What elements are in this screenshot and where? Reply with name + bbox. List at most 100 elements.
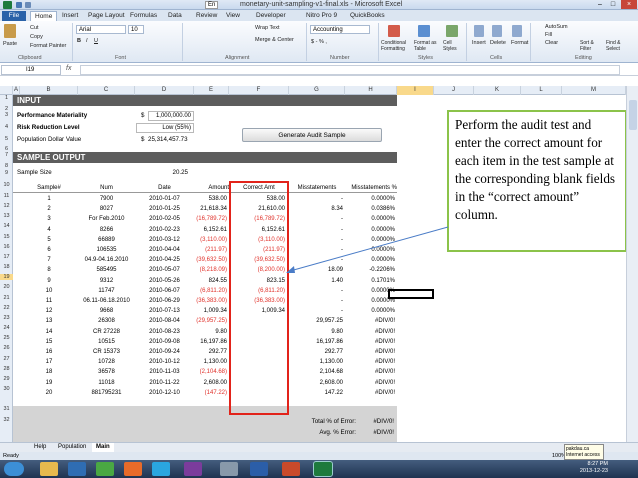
wrap-text-button[interactable]: Wrap Text	[255, 25, 280, 31]
row-header-12[interactable]: 12	[0, 203, 13, 209]
column-header-b[interactable]: B	[20, 86, 78, 95]
fx-icon[interactable]: fx	[66, 65, 71, 72]
cell-styles-button[interactable]: Cell Styles	[443, 40, 463, 52]
bold-button[interactable]: B	[77, 38, 81, 44]
find-select-button[interactable]: Find & Select	[606, 40, 630, 52]
font-size-select[interactable]: 10	[128, 25, 144, 34]
row-header-25[interactable]: 25	[0, 335, 13, 341]
column-header-h[interactable]: H	[345, 86, 397, 95]
row-header-3[interactable]: 3	[0, 112, 13, 118]
row-header-30[interactable]: 30	[0, 386, 13, 392]
explorer-icon[interactable]	[40, 462, 58, 476]
save-icon[interactable]	[16, 2, 22, 8]
word-icon[interactable]	[250, 462, 268, 476]
tab-page-layout[interactable]: Page Layout	[84, 11, 129, 21]
underline-button[interactable]: U	[94, 38, 98, 44]
row-header-22[interactable]: 22	[0, 305, 13, 311]
name-box-title[interactable]: En	[205, 1, 219, 9]
minimize-button[interactable]: –	[594, 0, 606, 9]
undo-icon[interactable]	[25, 2, 31, 8]
insert-icon[interactable]	[474, 25, 484, 37]
format-icon[interactable]	[512, 25, 522, 37]
paste-icon[interactable]	[4, 24, 16, 38]
tab-quickbooks[interactable]: QuickBooks	[346, 11, 389, 21]
tab-file[interactable]: File	[2, 11, 26, 21]
column-header-c[interactable]: C	[78, 86, 135, 95]
tab-view[interactable]: View	[222, 11, 244, 21]
row-header-18[interactable]: 18	[0, 264, 13, 270]
chrome-icon[interactable]	[96, 462, 114, 476]
system-clock[interactable]: 8:27 PM 2013-12-23	[580, 461, 608, 475]
tab-formulas[interactable]: Formulas	[126, 11, 161, 21]
conditional-formatting-icon[interactable]	[388, 25, 400, 37]
skype-icon[interactable]	[152, 462, 170, 476]
tab-nitro-pro-9[interactable]: Nitro Pro 9	[302, 11, 341, 21]
format-table-icon[interactable]	[418, 25, 430, 37]
format-cells-button[interactable]: Format	[511, 40, 528, 46]
column-header-a[interactable]: A	[13, 86, 20, 95]
firefox-icon[interactable]	[124, 462, 142, 476]
copy-button[interactable]: Copy	[30, 34, 43, 40]
excel-taskbar-icon[interactable]	[313, 461, 333, 477]
cell-styles-icon[interactable]	[446, 25, 458, 37]
row-header-24[interactable]: 24	[0, 325, 13, 331]
formula-input[interactable]	[80, 65, 620, 75]
row-header-4[interactable]: 4	[0, 124, 13, 130]
fill-button[interactable]: Fill	[545, 32, 552, 38]
sheet-tab-main[interactable]: Main	[92, 443, 114, 452]
selected-cell-i19[interactable]	[388, 289, 434, 299]
column-header-i[interactable]: I	[397, 86, 434, 95]
row-header-26[interactable]: 26	[0, 345, 13, 351]
italic-button[interactable]: I	[86, 38, 88, 44]
insert-cells-button[interactable]: Insert	[472, 40, 486, 46]
cut-button[interactable]: Cut	[30, 25, 39, 31]
tab-developer[interactable]: Developer	[252, 11, 290, 21]
percent-button[interactable]: $ - % ,	[311, 39, 327, 45]
name-box[interactable]: I19	[1, 65, 61, 75]
row-header-27[interactable]: 27	[0, 356, 13, 362]
column-header-l[interactable]: L	[521, 86, 562, 95]
autosum-button[interactable]: AutoSum	[545, 24, 568, 30]
tab-insert[interactable]: Insert	[58, 11, 82, 21]
generate-audit-sample-button[interactable]: Generate Audit Sample	[242, 128, 382, 142]
column-header-g[interactable]: G	[289, 86, 345, 95]
delete-cells-button[interactable]: Delete	[490, 40, 506, 46]
row-header-15[interactable]: 15	[0, 234, 13, 240]
close-button[interactable]: ×	[621, 0, 637, 9]
font-name-select[interactable]: Arial	[76, 25, 126, 34]
row-header-28[interactable]: 28	[0, 366, 13, 372]
row-header-8[interactable]: 8	[0, 163, 13, 169]
row-header-23[interactable]: 23	[0, 315, 13, 321]
merge-center-button[interactable]: Merge & Center	[255, 37, 294, 43]
row-header-29[interactable]: 29	[0, 376, 13, 382]
tab-home[interactable]: Home	[30, 11, 58, 21]
row-header-9[interactable]: 9	[0, 170, 13, 176]
row-header-32[interactable]: 32	[0, 417, 13, 423]
row-header-17[interactable]: 17	[0, 254, 13, 260]
column-header-m[interactable]: M	[562, 86, 626, 95]
column-header-k[interactable]: K	[474, 86, 521, 95]
delete-icon[interactable]	[492, 25, 502, 37]
column-header-d[interactable]: D	[135, 86, 194, 95]
row-header-20[interactable]: 20	[0, 284, 13, 290]
format-painter-button[interactable]: Format Painter	[30, 43, 66, 49]
start-button[interactable]	[4, 462, 24, 476]
row-header-21[interactable]: 21	[0, 295, 13, 301]
materiality-input[interactable]: 1,000,000.00	[148, 111, 194, 121]
row-header-31[interactable]: 31	[0, 406, 13, 412]
tab-data[interactable]: Data	[164, 11, 186, 21]
tab-review[interactable]: Review	[192, 11, 221, 21]
sheet-tab-population[interactable]: Population	[54, 443, 90, 452]
paste-button[interactable]: Paste	[3, 41, 17, 47]
media-icon[interactable]	[68, 462, 86, 476]
powerpoint-icon[interactable]	[282, 462, 300, 476]
column-header-j[interactable]: J	[434, 86, 474, 95]
maximize-button[interactable]: □	[607, 0, 619, 9]
conditional-formatting-button[interactable]: Conditional Formatting	[381, 40, 411, 52]
column-header-f[interactable]: F	[229, 86, 289, 95]
risk-select[interactable]: Low (55%)	[136, 123, 194, 133]
row-header-5[interactable]: 5	[0, 136, 13, 142]
row-header-11[interactable]: 11	[0, 193, 13, 199]
row-header-19[interactable]: 19	[0, 274, 13, 280]
row-header-10[interactable]: 10	[0, 182, 13, 188]
